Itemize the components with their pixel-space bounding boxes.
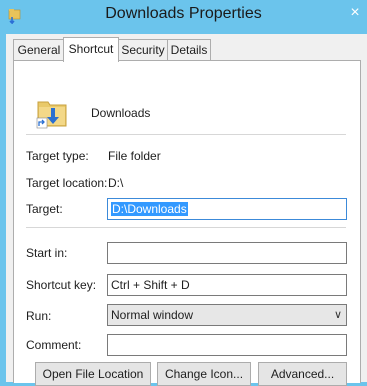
tab-shortcut[interactable]: Shortcut	[63, 37, 119, 62]
target-location-label: Target location:	[26, 176, 108, 190]
shortcut-key-input[interactable]: Ctrl + Shift + D	[107, 274, 347, 296]
run-label: Run:	[26, 309, 52, 323]
start-in-label: Start in:	[26, 246, 68, 260]
chevron-down-icon: ∨	[333, 309, 342, 321]
tab-details[interactable]: Details	[167, 39, 211, 60]
change-icon-button[interactable]: Change Icon...	[157, 362, 251, 386]
target-type-label: Target type:	[26, 149, 89, 163]
separator-top	[26, 134, 346, 135]
downloads-folder-icon	[36, 101, 67, 129]
start-in-input[interactable]	[107, 242, 347, 264]
comment-label: Comment:	[26, 338, 82, 352]
separator-middle	[26, 227, 346, 228]
run-dropdown[interactable]: Normal window ∨	[107, 304, 347, 326]
target-label: Target:	[26, 202, 63, 216]
shortcut-panel: Downloads Target type: File folder Targe…	[13, 60, 361, 386]
shortcut-name: Downloads	[91, 106, 151, 120]
window-title: Downloads Properties	[105, 5, 262, 22]
target-input-selected-text: D:\Downloads	[111, 202, 188, 216]
target-location-value: D:\	[108, 176, 124, 190]
close-button[interactable]: ×	[343, 2, 367, 24]
tab-security[interactable]: Security	[117, 39, 169, 60]
comment-input[interactable]	[107, 334, 347, 356]
properties-dialog: General Shortcut Security Details Downlo…	[6, 34, 367, 386]
advanced-button[interactable]: Advanced...	[258, 362, 347, 386]
shortcut-key-label: Shortcut key:	[26, 278, 97, 292]
target-input[interactable]: D:\Downloads	[107, 198, 347, 220]
title-bar: Downloads Properties ×	[0, 0, 367, 34]
tab-general[interactable]: General	[13, 39, 65, 60]
run-selected-value: Normal window	[111, 308, 194, 322]
target-type-value: File folder	[108, 149, 161, 163]
open-file-location-button[interactable]: Open File Location	[35, 362, 151, 386]
